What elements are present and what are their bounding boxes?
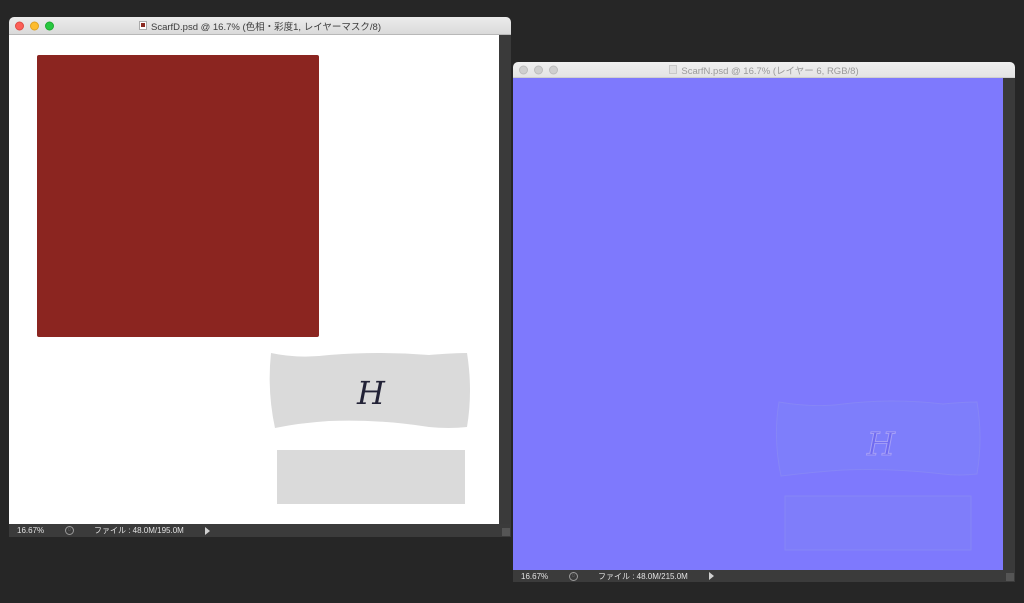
window-title: ScarfD.psd @ 16.7% (色相・彩度1, レイヤーマスク/8): [150, 21, 382, 33]
file-size-info: ファイル : 48.0M/215.0M: [598, 571, 688, 581]
status-menu-arrow-icon[interactable]: [205, 526, 210, 535]
document-window-scarfd[interactable]: ScarfD.psd @ 16.7% (色相・彩度1, レイヤーマスク/8) H…: [9, 17, 511, 537]
canvas[interactable]: H: [9, 35, 499, 524]
status-bar: 16.67% ◌ ファイル : 48.0M/215.0M: [513, 570, 1015, 582]
minimize-button[interactable]: [30, 21, 39, 30]
minimize-button[interactable]: [534, 65, 543, 74]
document-icon: [138, 21, 147, 30]
monogram-logo: H: [356, 374, 386, 412]
texture-canvas: H: [37, 55, 470, 504]
resize-grip-icon[interactable]: [1006, 573, 1014, 581]
resize-grip-icon[interactable]: [502, 528, 510, 536]
zoom-button[interactable]: [549, 65, 558, 74]
monogram-logo-normal: H: [866, 425, 896, 463]
title-bar[interactable]: ScarfD.psd @ 16.7% (色相・彩度1, レイヤーマスク/8): [9, 17, 511, 35]
zoom-level[interactable]: 16.67%: [513, 572, 565, 581]
navigator-icon[interactable]: ◌: [65, 526, 74, 535]
title-bar[interactable]: ScarfN.psd @ 16.7% (レイヤー 6, RGB/8): [513, 62, 1015, 78]
strip-texture: [277, 450, 465, 504]
document-icon: [669, 65, 678, 74]
vertical-scrollbar[interactable]: [499, 35, 511, 524]
status-bar: 16.67% ◌ ファイル : 48.0M/195.0M: [9, 524, 511, 537]
strip-normal: [784, 495, 972, 551]
document-window-scarfn[interactable]: ScarfN.psd @ 16.7% (レイヤー 6, RGB/8) H 16.…: [513, 62, 1015, 582]
zoom-level[interactable]: 16.67%: [9, 526, 61, 535]
file-size-info: ファイル : 48.0M/195.0M: [94, 526, 184, 535]
close-button[interactable]: [519, 65, 528, 74]
navigator-icon[interactable]: ◌: [569, 571, 578, 581]
window-title: ScarfN.psd @ 16.7% (レイヤー 6, RGB/8): [681, 65, 859, 77]
close-button[interactable]: [15, 21, 24, 30]
status-menu-arrow-icon[interactable]: [709, 572, 714, 580]
normal-map-canvas: H: [775, 400, 981, 551]
zoom-button[interactable]: [45, 21, 54, 30]
canvas[interactable]: H: [513, 78, 1003, 570]
vertical-scrollbar[interactable]: [1003, 78, 1015, 570]
scarf-body-texture: [37, 55, 319, 337]
